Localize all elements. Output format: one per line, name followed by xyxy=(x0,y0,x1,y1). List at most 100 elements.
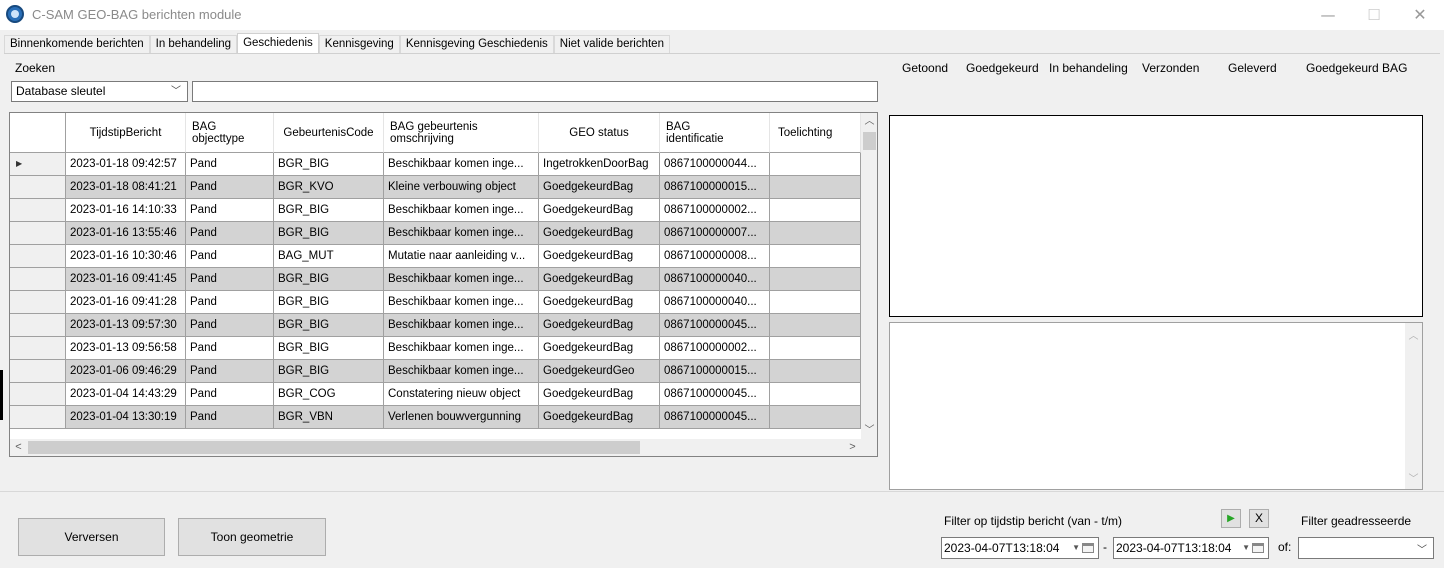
chevron-right-icon[interactable]: > xyxy=(844,439,861,456)
row-header[interactable] xyxy=(10,291,66,314)
clear-filter-button[interactable]: X xyxy=(1249,509,1269,528)
cell-omschrijving: Mutatie naar aanleiding v... xyxy=(384,245,539,268)
cell-omschrijving: Beschikbaar komen inge... xyxy=(384,199,539,222)
current-row-indicator-icon[interactable]: ▶ xyxy=(10,153,66,176)
chevron-left-icon[interactable]: < xyxy=(10,439,27,456)
chevron-down-icon[interactable]: ﹀ xyxy=(861,422,877,439)
tab-kennisgeving[interactable]: Kennisgeving xyxy=(318,35,400,54)
maximize-button[interactable]: ☐ xyxy=(1351,0,1397,30)
scrollbar-corner xyxy=(861,439,877,456)
column-header-omschrijving[interactable]: BAG gebeurtenis omschrijving xyxy=(384,113,539,153)
addressee-filter-label: Filter geadresseerde xyxy=(1301,514,1412,528)
table-row[interactable]: 2023-01-16 09:41:45 Pand BGR_BIG Beschikbaa… xyxy=(10,268,861,291)
table-row[interactable]: 2023-01-13 09:56:58 Pand BGR_BIG Beschikbaa… xyxy=(10,337,861,360)
cell-omschrijving: Beschikbaar komen inge... xyxy=(384,337,539,360)
row-header[interactable] xyxy=(10,314,66,337)
window-edge xyxy=(0,370,3,420)
table-row[interactable]: 2023-01-04 14:43:29 Pand BGR_COG Constateri… xyxy=(10,383,861,406)
cell-geo-status: GoedgekeurdBag xyxy=(539,291,660,314)
cell-tijdstip: 2023-01-16 14:10:33 xyxy=(66,199,186,222)
cell-geo-status: GoedgekeurdBag xyxy=(539,383,660,406)
geometry-preview-panel[interactable] xyxy=(889,115,1423,317)
addressee-select[interactable]: ﹀ xyxy=(1298,537,1434,559)
column-header-toelichting[interactable]: Toelichting xyxy=(770,113,861,153)
row-header[interactable] xyxy=(10,337,66,360)
tab-niet-valide-berichten[interactable]: Niet valide berichten xyxy=(553,35,670,54)
column-header-identificatie[interactable]: BAG identificatie xyxy=(660,113,770,153)
tab-in-behandeling[interactable]: In behandeling xyxy=(149,35,238,54)
tab-kennisgeving-geschiedenis[interactable]: Kennisgeving Geschiedenis xyxy=(399,35,554,54)
messages-grid[interactable]: TijdstipBericht BAG objecttype Gebeurten… xyxy=(9,112,878,457)
column-header-geo-status[interactable]: GEO status xyxy=(539,113,660,153)
table-row[interactable]: 2023-01-16 10:30:46 Pand BAG_MUT Mutatie na… xyxy=(10,245,861,268)
cell-gebeurteniscode: BGR_BIG xyxy=(274,222,384,245)
cell-identificatie: 0867100000044... xyxy=(660,153,770,176)
apply-filter-button[interactable]: ▶ xyxy=(1221,509,1241,528)
table-row[interactable]: 2023-01-18 08:41:21 Pand BGR_KVO Kleine ver… xyxy=(10,176,861,199)
cell-omschrijving: Beschikbaar komen inge... xyxy=(384,314,539,337)
table-row[interactable]: 2023-01-16 09:41:28 Pand BGR_BIG Beschikbaa… xyxy=(10,291,861,314)
cell-omschrijving: Beschikbaar komen inge... xyxy=(384,222,539,245)
grid-horizontal-scrollbar[interactable]: < > xyxy=(10,439,861,456)
cell-objecttype: Pand xyxy=(186,291,274,314)
vertical-scroll-thumb[interactable] xyxy=(863,132,876,150)
row-header[interactable] xyxy=(10,268,66,291)
chevron-down-icon[interactable]: ▼ xyxy=(1242,538,1250,558)
table-row[interactable]: 2023-01-16 13:55:46 Pand BGR_BIG Beschikbaa… xyxy=(10,222,861,245)
column-header-objecttype[interactable]: BAG objecttype xyxy=(186,113,274,153)
message-detail-panel[interactable]: ︿ ﹀ xyxy=(889,322,1423,490)
horizontal-scroll-thumb[interactable] xyxy=(28,441,640,454)
cell-toelichting xyxy=(770,199,861,222)
cell-gebeurteniscode: BGR_BIG xyxy=(274,199,384,222)
tab-geschiedenis[interactable]: Geschiedenis xyxy=(237,33,319,54)
cell-tijdstip: 2023-01-16 10:30:46 xyxy=(66,245,186,268)
globe-icon xyxy=(6,5,24,23)
bottom-separator xyxy=(0,491,1444,492)
chevron-up-icon[interactable]: ︿ xyxy=(1405,327,1422,342)
show-geometry-button[interactable]: Toon geometrie xyxy=(178,518,326,556)
table-row[interactable]: 2023-01-16 14:10:33 Pand BGR_BIG Beschikbaa… xyxy=(10,199,861,222)
calendar-icon[interactable] xyxy=(1252,543,1264,553)
cell-geo-status: GoedgekeurdBag xyxy=(539,176,660,199)
date-filter-label: Filter op tijdstip bericht (van - t/m) xyxy=(944,514,1123,528)
chevron-down-icon: ﹀ xyxy=(1417,545,1427,556)
search-field-select[interactable]: Database sleutel ﹀ xyxy=(11,81,188,102)
cell-omschrijving: Beschikbaar komen inge... xyxy=(384,268,539,291)
row-header[interactable] xyxy=(10,383,66,406)
row-header[interactable] xyxy=(10,199,66,222)
table-row[interactable]: 2023-01-04 13:30:19 Pand BGR_VBN Verlenen b… xyxy=(10,406,861,429)
close-button[interactable]: ✕ xyxy=(1397,0,1443,30)
tab-binnenkomende-berichten[interactable]: Binnenkomende berichten xyxy=(4,35,150,54)
grid-vertical-scrollbar[interactable]: ︿ ﹀ xyxy=(861,113,877,439)
column-header-tijdstip[interactable]: TijdstipBericht xyxy=(66,113,186,153)
cell-omschrijving: Kleine verbouwing object xyxy=(384,176,539,199)
column-header-gebeurteniscode[interactable]: GebeurtenisCode xyxy=(274,113,384,153)
cell-toelichting xyxy=(770,245,861,268)
row-header[interactable] xyxy=(10,360,66,383)
date-from-picker[interactable]: 2023-04-07T13:18:04 ▼ xyxy=(941,537,1099,559)
cell-gebeurteniscode: BGR_BIG xyxy=(274,314,384,337)
search-input[interactable] xyxy=(192,81,878,102)
table-row[interactable]: 2023-01-13 09:57:30 Pand BGR_BIG Beschikbaa… xyxy=(10,314,861,337)
chevron-up-icon[interactable]: ︿ xyxy=(861,113,877,130)
minimize-button[interactable]: — xyxy=(1305,0,1351,30)
table-row[interactable]: ▶ 2023-01-18 09:42:57 Pand BGR_BIG Beschikba… xyxy=(10,153,861,176)
row-header[interactable] xyxy=(10,245,66,268)
chevron-down-icon[interactable]: ﹀ xyxy=(1405,470,1422,485)
row-header[interactable] xyxy=(10,222,66,245)
chevron-down-icon[interactable]: ▼ xyxy=(1072,538,1080,558)
detail-vertical-scrollbar[interactable]: ︿ ﹀ xyxy=(1405,323,1422,489)
table-row[interactable]: 2023-01-06 09:46:29 Pand BGR_BIG Beschikbaa… xyxy=(10,360,861,383)
cell-identificatie: 0867100000040... xyxy=(660,268,770,291)
cell-gebeurteniscode: BGR_BIG xyxy=(274,153,384,176)
cell-toelichting xyxy=(770,337,861,360)
cell-geo-status: GoedgekeurdBag xyxy=(539,406,660,429)
row-header[interactable] xyxy=(10,406,66,429)
date-to-picker[interactable]: 2023-04-07T13:18:04 ▼ xyxy=(1113,537,1269,559)
search-field-value: Database sleutel xyxy=(16,84,106,98)
row-header[interactable] xyxy=(10,176,66,199)
calendar-icon[interactable] xyxy=(1082,543,1094,553)
cell-toelichting xyxy=(770,176,861,199)
cell-toelichting xyxy=(770,291,861,314)
refresh-button[interactable]: Verversen xyxy=(18,518,165,556)
